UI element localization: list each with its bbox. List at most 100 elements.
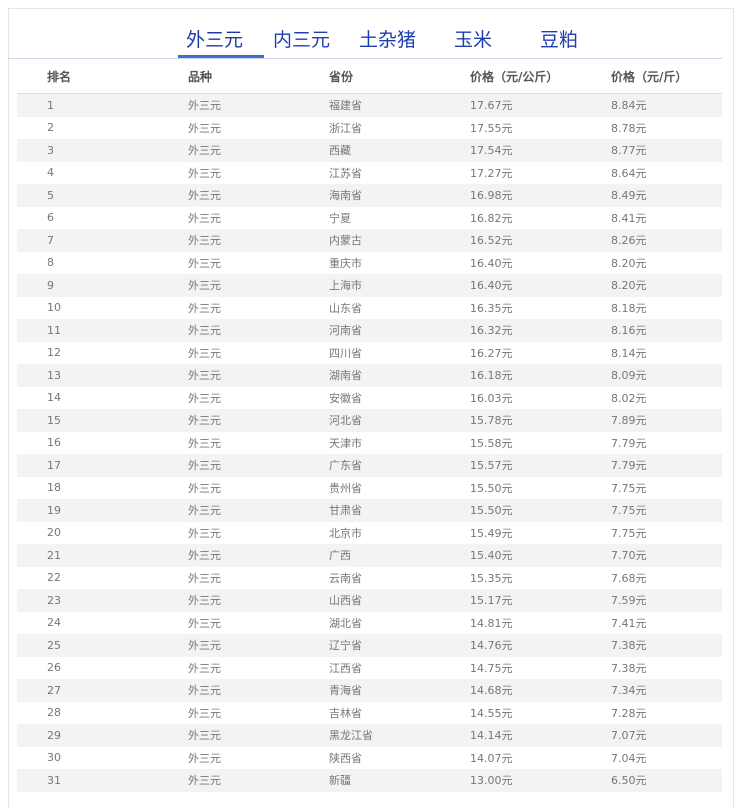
variety-cell: 外三元 — [158, 184, 299, 207]
variety-cell: 外三元 — [158, 499, 299, 522]
price-kg-cell: 14.55元 — [470, 706, 513, 720]
variety-cell: 外三元 — [158, 409, 299, 432]
rank-cell: 3 — [17, 139, 158, 162]
price-kg-cell: 16.40元 — [470, 256, 513, 270]
table-row: 24 外三元 湖北省 14.81元 7.41元 — [17, 612, 722, 635]
active-tab-indicator — [178, 55, 264, 58]
table-row: 31 外三元 新疆 13.00元 6.50元 — [17, 769, 722, 792]
header-variety: 品种 — [158, 59, 299, 94]
header-price-per-kg: 价格（元/公斤） — [440, 59, 581, 94]
tab-tu-za-zhu[interactable]: 土杂猪 — [359, 25, 416, 52]
price-jin-cell: 7.38元 — [611, 661, 647, 675]
price-kg-cell: 17.27元 — [470, 166, 513, 180]
province-cell: 安徽省 — [329, 391, 362, 405]
rank-cell: 22 — [47, 571, 61, 585]
price-kg-cell: 15.78元 — [440, 409, 581, 432]
tab-yu-mi[interactable]: 玉米 — [454, 25, 492, 52]
price-kg-cell: 16.18元 — [440, 364, 581, 387]
rank-cell: 27 — [17, 679, 158, 702]
header-price-per-jin: 价格（元/斤） — [581, 59, 722, 94]
variety-cell: 外三元 — [158, 454, 299, 477]
table-row: 22 外三元 云南省 15.35元 7.68元 — [17, 567, 722, 590]
price-jin-cell: 8.84元 — [581, 93, 722, 117]
table-row: 26 外三元 江西省 14.75元 7.38元 — [17, 657, 722, 680]
variety-cell: 外三元 — [188, 211, 221, 225]
province-cell: 山东省 — [329, 301, 362, 315]
price-kg-cell: 16.27元 — [470, 346, 513, 360]
table-row: 23 外三元 山西省 15.17元 7.59元 — [17, 589, 722, 612]
province-cell: 贵州省 — [329, 481, 362, 495]
price-jin-cell: 8.18元 — [611, 301, 647, 315]
price-kg-cell: 14.68元 — [440, 679, 581, 702]
province-cell: 山西省 — [299, 589, 440, 612]
rank-cell: 21 — [17, 544, 158, 567]
price-jin-cell: 7.59元 — [581, 589, 722, 612]
rank-cell: 20 — [47, 526, 61, 540]
price-jin-cell: 8.49元 — [581, 184, 722, 207]
table-row: 28 外三元 吉林省 14.55元 7.28元 — [17, 702, 722, 725]
table-row: 11 外三元 河南省 16.32元 8.16元 — [17, 319, 722, 342]
variety-cell: 外三元 — [158, 93, 299, 117]
province-cell: 河北省 — [299, 409, 440, 432]
variety-cell: 外三元 — [158, 724, 299, 747]
variety-cell: 外三元 — [188, 346, 221, 360]
tab-nei-san-yuan[interactable]: 内三元 — [273, 25, 330, 52]
table-row: 16 外三元 天津市 15.58元 7.79元 — [17, 432, 722, 455]
price-jin-cell: 7.75元 — [611, 481, 647, 495]
variety-cell: 外三元 — [188, 121, 221, 135]
table-row: 15 外三元 河北省 15.78元 7.89元 — [17, 409, 722, 432]
variety-cell: 外三元 — [188, 436, 221, 450]
tab-dou-po[interactable]: 豆粕 — [540, 25, 578, 52]
rank-cell: 25 — [17, 634, 158, 657]
rank-cell: 26 — [47, 661, 61, 675]
province-cell: 北京市 — [329, 526, 362, 540]
price-kg-cell: 16.82元 — [470, 211, 513, 225]
province-cell: 河南省 — [299, 319, 440, 342]
table-row: 13 外三元 湖南省 16.18元 8.09元 — [17, 364, 722, 387]
price-jin-cell: 8.20元 — [581, 274, 722, 297]
table-row: 21 外三元 广西 15.40元 7.70元 — [17, 544, 722, 567]
price-kg-cell: 14.75元 — [470, 661, 513, 675]
province-cell: 黑龙江省 — [299, 724, 440, 747]
price-jin-cell: 8.16元 — [581, 319, 722, 342]
variety-cell: 外三元 — [158, 589, 299, 612]
rank-cell: 30 — [47, 751, 61, 765]
variety-cell: 外三元 — [158, 139, 299, 162]
rank-cell: 23 — [17, 589, 158, 612]
price-kg-cell: 17.54元 — [440, 139, 581, 162]
table-body: 1 外三元 福建省 17.67元 8.84元 2 外三元 浙江省 17.55元 8.78元 3 外三元… — [17, 93, 722, 792]
price-ranking-table: 排名 品种 省份 价格（元/公斤） 价格（元/斤） 1 外三元 福建省 17.67元 8… — [17, 59, 722, 792]
province-cell: 内蒙古 — [299, 229, 440, 252]
price-kg-cell: 15.35元 — [470, 571, 513, 585]
table-row: 8 外三元 重庆市 16.40元 8.20元 — [17, 252, 722, 275]
table-row: 3 外三元 西藏 17.54元 8.77元 — [17, 139, 722, 162]
price-kg-cell: 14.07元 — [470, 751, 513, 765]
price-kg-cell: 14.81元 — [470, 616, 513, 630]
province-cell: 青海省 — [299, 679, 440, 702]
price-jin-cell: 8.78元 — [611, 121, 647, 135]
province-cell: 西藏 — [299, 139, 440, 162]
table-row: 9 外三元 上海市 16.40元 8.20元 — [17, 274, 722, 297]
province-cell: 重庆市 — [329, 256, 362, 270]
price-kg-cell: 16.03元 — [470, 391, 513, 405]
province-cell: 宁夏 — [329, 211, 351, 225]
rank-cell: 9 — [17, 274, 158, 297]
price-kg-cell: 14.76元 — [440, 634, 581, 657]
price-jin-cell: 7.68元 — [611, 571, 647, 585]
price-kg-cell: 14.14元 — [440, 724, 581, 747]
tab-wai-san-yuan[interactable]: 外三元 — [186, 25, 243, 52]
province-cell: 吉林省 — [329, 706, 362, 720]
rank-cell: 5 — [17, 184, 158, 207]
price-jin-cell: 6.50元 — [581, 769, 722, 792]
price-kg-cell: 15.50元 — [440, 499, 581, 522]
price-kg-cell: 15.57元 — [440, 454, 581, 477]
province-cell: 天津市 — [329, 436, 362, 450]
price-jin-cell: 7.38元 — [581, 634, 722, 657]
variety-cell: 外三元 — [158, 679, 299, 702]
rank-cell: 17 — [17, 454, 158, 477]
variety-cell: 外三元 — [188, 571, 221, 585]
variety-cell: 外三元 — [188, 481, 221, 495]
province-cell: 广西 — [299, 544, 440, 567]
rank-cell: 31 — [17, 769, 158, 792]
price-jin-cell: 7.75元 — [611, 526, 647, 540]
